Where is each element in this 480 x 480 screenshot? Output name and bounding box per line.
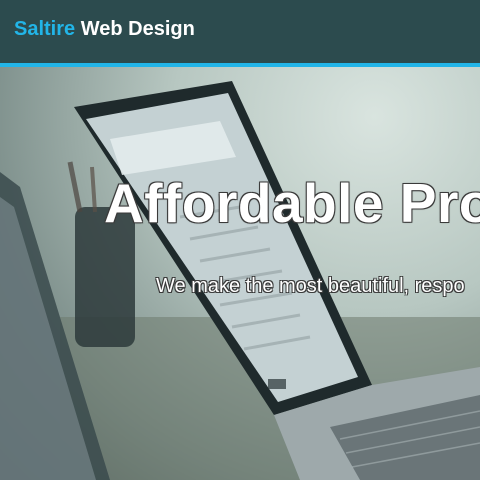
brand-text: Web Design (80, 18, 195, 40)
hero-headline: Affordable Pro (104, 172, 480, 234)
brand-accent-text: Saltire (14, 18, 76, 40)
hero-subheadline: We make the most beautiful, respo (156, 275, 465, 297)
hero-banner: Affordable Pro We make the most beautifu… (0, 67, 480, 480)
site-logo[interactable]: Saltire Web Design (14, 17, 195, 41)
site-header: Saltire Web Design (0, 0, 480, 67)
